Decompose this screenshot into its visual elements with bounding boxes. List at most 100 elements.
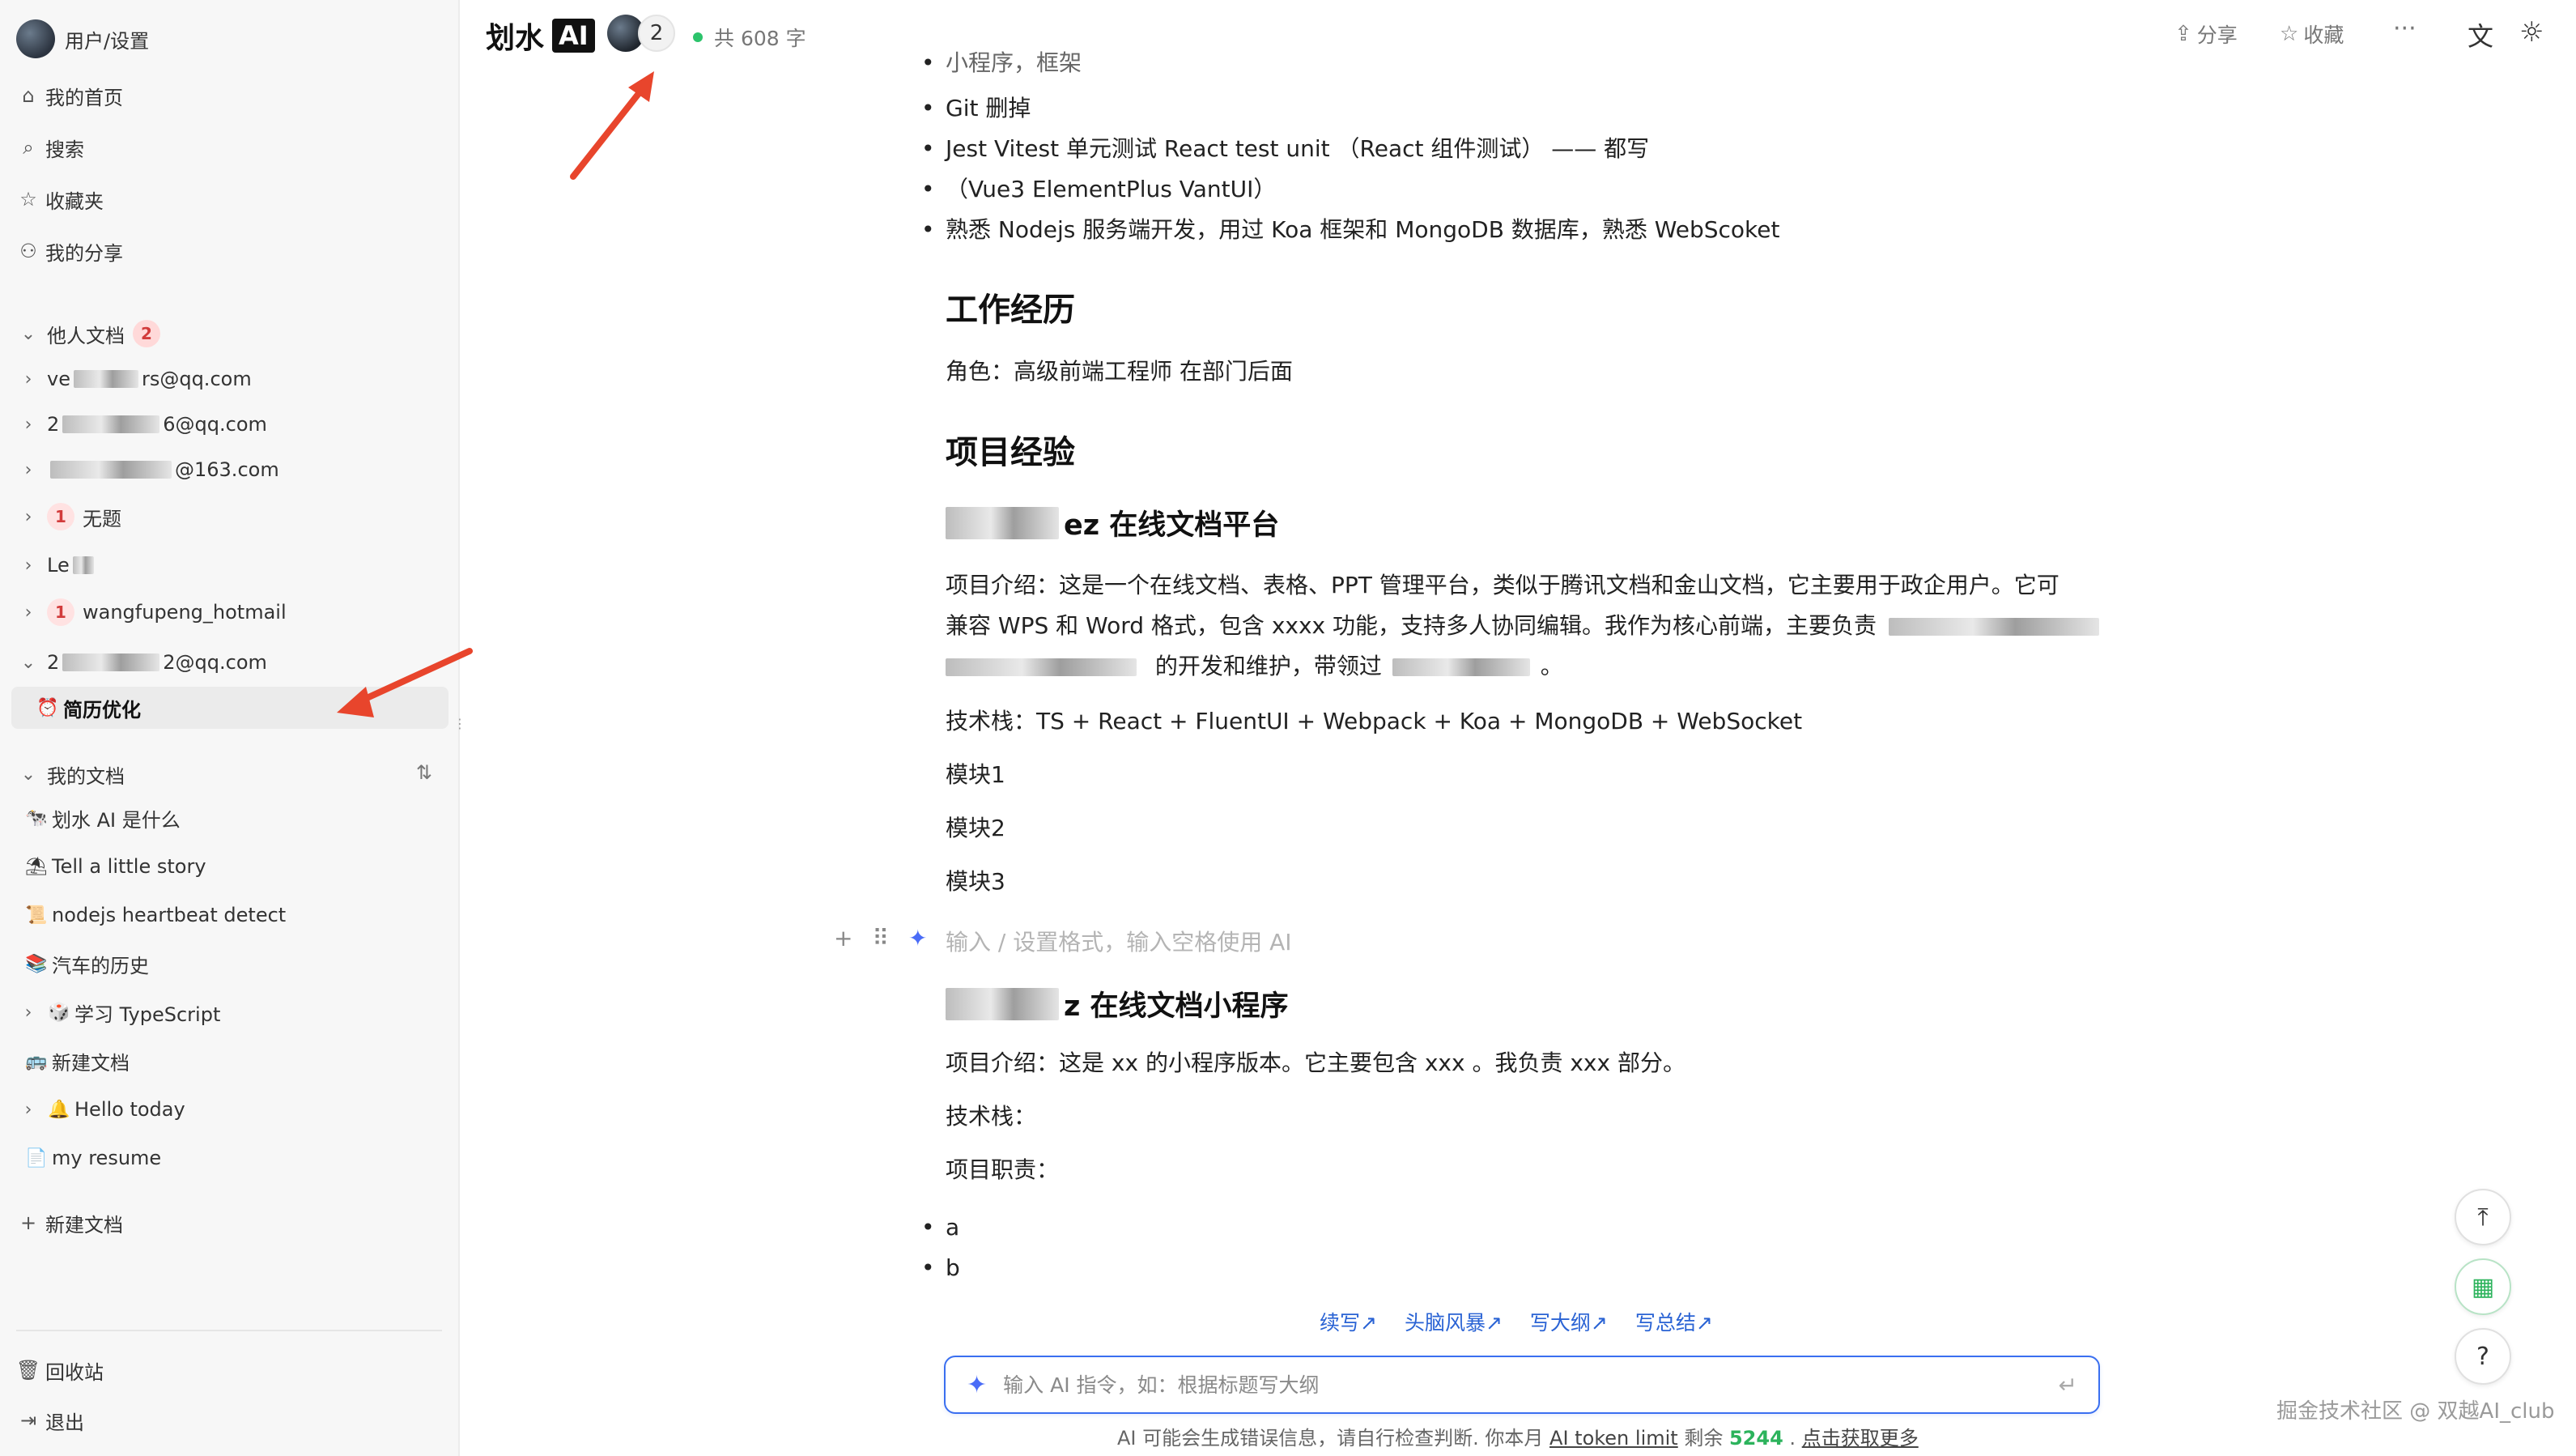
- get-more-link[interactable]: 点击获取更多: [1802, 1427, 1919, 1450]
- bullet-item: （Vue3 ElementPlus VantUI）: [921, 173, 1276, 206]
- my-doc-item[interactable]: 🚌 新建文档: [16, 1040, 445, 1082]
- bullet-item: Git 删掉: [921, 92, 1031, 125]
- module-item: 模块2: [946, 815, 1005, 841]
- others-item[interactable]: › ve rs@qq.com: [16, 358, 445, 400]
- active-doc[interactable]: ⏰ 简历优化: [11, 687, 448, 729]
- alarm-clock-icon: ⏰: [36, 697, 59, 718]
- others-docs-badge: 2: [133, 320, 160, 347]
- my-doc-item[interactable]: 📄 my resume: [16, 1137, 445, 1179]
- new-doc-button[interactable]: + 新建文档: [16, 1202, 445, 1244]
- ai-suggestion-outline[interactable]: 写大纲↗: [1530, 1307, 1608, 1336]
- new-doc-label: 新建文档: [45, 1213, 123, 1237]
- masked-email-suffix: rs@qq.com: [141, 368, 252, 390]
- bullet-item: 熟悉 Nodejs 服务端开发，用过 Koa 框架和 MongoDB 数据库，熟…: [921, 214, 1779, 246]
- nav-search[interactable]: ⌕ 搜索: [16, 126, 445, 168]
- brand-logo[interactable]: 划水 AI: [486, 15, 595, 57]
- my-doc-item[interactable]: 🐄 划水 AI 是什么: [16, 797, 445, 839]
- my-doc-item[interactable]: 📜 nodejs heartbeat detect: [16, 894, 445, 936]
- others-item[interactable]: › @163.com: [16, 449, 445, 491]
- others-item[interactable]: › 1 无题: [16, 496, 445, 538]
- enter-icon[interactable]: ↵: [2059, 1372, 2077, 1399]
- doc-label: wangfupeng_hotmail: [83, 601, 287, 624]
- add-block-icon[interactable]: +: [834, 925, 852, 952]
- my-doc-item[interactable]: › 🔔 Hello today: [16, 1088, 445, 1130]
- my-doc-item[interactable]: 📚 汽车的历史: [16, 943, 445, 985]
- user-settings[interactable]: 用户/设置: [16, 18, 445, 60]
- app-root: 用户/设置 ⌂ 我的首页 ⌕ 搜索 ☆ 收藏夹 ⚇ 我的分享 ⌄ 他人文档 2 …: [0, 0, 2576, 1456]
- doc-badge: 1: [47, 503, 74, 530]
- collaborators[interactable]: 2: [607, 15, 675, 52]
- sort-icon[interactable]: ⇅: [416, 761, 432, 784]
- scroll-icon: 📜: [25, 905, 48, 926]
- ai-suggestion-brainstorm[interactable]: 头脑风暴↗: [1405, 1307, 1503, 1336]
- user-settings-label: 用户/设置: [65, 29, 150, 53]
- ai-command-box[interactable]: ✦ ↵: [944, 1356, 2100, 1414]
- ai-suggestion-continue[interactable]: 续写↗: [1320, 1307, 1377, 1336]
- ai-token-limit-link[interactable]: AI token limit: [1549, 1427, 1678, 1450]
- star-icon: ☆: [19, 188, 37, 211]
- share-button[interactable]: ⇪ 分享: [2174, 19, 2238, 49]
- my-docs-section[interactable]: ⌄ 我的文档: [16, 753, 445, 795]
- project2-desc: 项目介绍：这是 xx 的小程序版本。它主要包含 xxx 。我负责 xxx 部分。: [946, 1049, 1685, 1076]
- paragraph-role: 角色：高级前端工程师 在部门后面: [946, 358, 1293, 385]
- doc-label: Tell a little story: [52, 855, 206, 878]
- bell-icon: 🔔: [48, 1099, 70, 1120]
- my-doc-item[interactable]: › 🎲 学习 TypeScript: [16, 991, 445, 1033]
- star-icon: ☆: [2280, 22, 2299, 46]
- scroll-top-button[interactable]: ⤒: [2455, 1189, 2511, 1245]
- nav-home-label: 我的首页: [45, 86, 123, 109]
- others-item[interactable]: › Le: [16, 544, 445, 586]
- others-item[interactable]: › 2 6@qq.com: [16, 403, 445, 445]
- bullet-cut: 小程序，框架: [921, 47, 1082, 79]
- doc-label: 划水 AI 是什么: [52, 808, 181, 832]
- chevron-down-icon: ⌄: [20, 652, 36, 673]
- nav-shares-label: 我的分享: [45, 241, 123, 265]
- nav-shares[interactable]: ⚇ 我的分享: [16, 230, 445, 272]
- share-label: 分享: [2196, 23, 2238, 47]
- masked-email-suffix: 6@qq.com: [163, 413, 267, 436]
- project2-title-text: z 在线文档小程序: [1064, 990, 1289, 1023]
- trash-button[interactable]: 🗑 回收站: [16, 1349, 445, 1391]
- masked-email-suffix: @163.com: [175, 458, 279, 481]
- doc-label: Hello today: [74, 1098, 185, 1121]
- favorite-button[interactable]: ☆ 收藏: [2280, 19, 2344, 49]
- logout-button[interactable]: ⇥ 退出: [16, 1399, 445, 1441]
- others-docs-section[interactable]: ⌄ 他人文档 2: [16, 313, 445, 355]
- more-button[interactable]: ···: [2393, 15, 2417, 43]
- translate-icon[interactable]: 文: [2468, 16, 2493, 53]
- qr-code-button[interactable]: ▦: [2455, 1258, 2511, 1315]
- project1-desc-line3-end: 。: [1540, 653, 1563, 679]
- chevron-down-icon: ⌄: [20, 323, 36, 344]
- others-docs-label: 他人文档: [47, 324, 125, 347]
- block-toolbar: + ⠿ ✦: [834, 925, 927, 952]
- my-doc-item[interactable]: ⛱ Tell a little story: [16, 845, 445, 888]
- project1-title-text: ez 在线文档平台: [1064, 509, 1280, 542]
- collaborator-count: 2: [638, 15, 675, 52]
- ai-suggestion-summary[interactable]: 写总结↗: [1635, 1307, 1713, 1336]
- blurred-text: [1888, 618, 2099, 636]
- active-doc-label: 简历优化: [63, 698, 141, 722]
- chevron-right-icon: ›: [24, 1002, 32, 1023]
- ai-command-input[interactable]: [1003, 1373, 2059, 1397]
- drag-handle-icon[interactable]: ⠿: [872, 925, 889, 952]
- doc-label: 学习 TypeScript: [74, 1003, 221, 1026]
- nav-favorites[interactable]: ☆ 收藏夹: [16, 178, 445, 220]
- chevron-down-icon: ⌄: [20, 764, 36, 785]
- home-icon: ⌂: [22, 84, 35, 107]
- trash-icon: 🗑: [16, 1359, 41, 1381]
- ai-sparkle-icon[interactable]: ✦: [908, 925, 927, 952]
- theme-toggle-icon[interactable]: ☼: [2519, 16, 2544, 49]
- others-item[interactable]: › 1 wangfupeng_hotmail: [16, 591, 445, 633]
- empty-line-placeholder[interactable]: 输入 / 设置格式，输入空格使用 AI: [946, 925, 1292, 957]
- blurred-text: [50, 461, 172, 479]
- nav-home[interactable]: ⌂ 我的首页: [16, 75, 445, 117]
- help-button[interactable]: ?: [2455, 1328, 2511, 1385]
- ai-suggestions: 续写↗ 头脑风暴↗ 写大纲↗ 写总结↗: [1320, 1307, 1713, 1336]
- chevron-right-icon: ›: [24, 1099, 32, 1120]
- ai-token-remaining: 5244: [1728, 1427, 1783, 1450]
- others-item-expanded[interactable]: ⌄ 2 2@qq.com: [16, 641, 445, 683]
- masked-email-prefix: ve: [47, 368, 70, 390]
- editor[interactable]: 小程序，框架 Git 删掉 Jest Vitest 单元测试 React tes…: [461, 47, 2576, 1456]
- top-bar: 划水 AI 2 共 608 字 ⇪ 分享 ☆ 收藏 ··· 文 ☼: [461, 0, 2576, 70]
- doc-badge: 1: [47, 598, 74, 626]
